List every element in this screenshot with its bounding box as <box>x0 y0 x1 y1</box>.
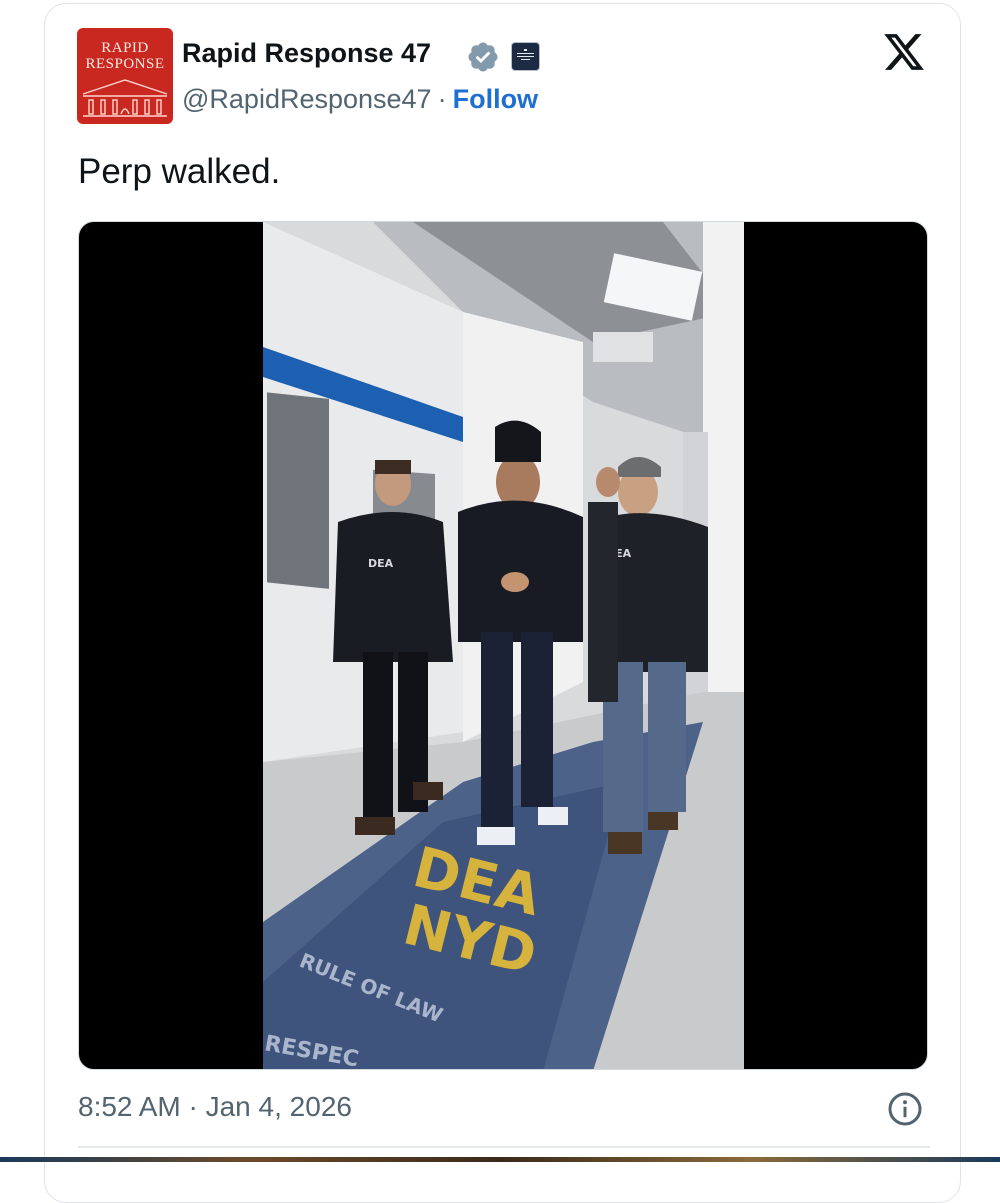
timestamp[interactable]: 8:52 AM · Jan 4, 2026 <box>78 1091 352 1123</box>
avatar-text-line2: RESPONSE <box>85 56 165 72</box>
jacket-text-left: DEA <box>368 557 394 570</box>
divider <box>78 1146 930 1148</box>
white-house-icon <box>82 79 168 117</box>
video-frame[interactable]: DEA NYD RULE OF LAW RESPEC DEA DEA <box>263 222 744 1069</box>
video-still: DEA NYD RULE OF LAW RESPEC DEA DEA <box>263 222 744 1069</box>
handle-row: @RapidResponse47 · Follow <box>182 84 538 115</box>
info-icon[interactable] <box>887 1091 923 1127</box>
video-player[interactable]: DEA NYD RULE OF LAW RESPEC DEA DEA <box>78 221 928 1070</box>
x-logo-icon[interactable] <box>881 30 927 74</box>
affiliation-badge[interactable] <box>511 42 540 71</box>
display-name[interactable]: Rapid Response 47 <box>182 38 431 69</box>
separator: · <box>437 84 447 114</box>
follow-button[interactable]: Follow <box>453 84 538 114</box>
avatar[interactable]: RAPID RESPONSE <box>77 28 173 124</box>
verified-badge-icon <box>468 42 498 72</box>
avatar-text-line1: RAPID <box>101 40 149 56</box>
bottom-strip <box>0 1157 1000 1162</box>
tweet-text: Perp walked. <box>78 152 281 191</box>
handle[interactable]: @RapidResponse47 <box>182 84 432 114</box>
white-house-affiliation-icon <box>517 49 534 60</box>
